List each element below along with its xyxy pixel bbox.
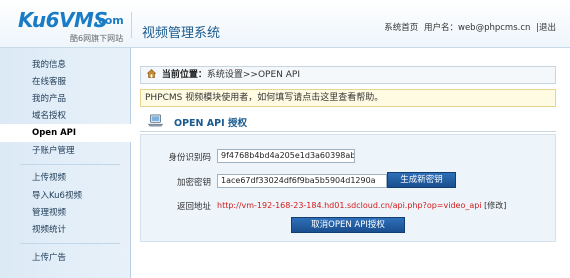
- page-title: 视频管理系统: [142, 26, 221, 41]
- encryption-key-field[interactable]: 1ace67df33024df6f9ba5b5904d1290a: [217, 174, 387, 188]
- generate-key-button[interactable]: 生成新密钥: [387, 172, 456, 188]
- sidebar-item-manage-video[interactable]: 管理视频: [0, 204, 131, 222]
- home-icon: [147, 69, 156, 78]
- sidebar-item-my-info[interactable]: 我的信息: [0, 56, 131, 74]
- sidebar-item-upload-video[interactable]: 上传视频: [0, 169, 131, 187]
- logo-subtitle: 酷6网旗下网站: [70, 34, 124, 43]
- sidebar-item-import-ku6[interactable]: 导入Ku6视频: [0, 187, 131, 205]
- breadcrumb-path: 系统设置>>OPEN API: [206, 70, 301, 80]
- username-value: web@phpcms.cn: [458, 23, 531, 33]
- header-divider: [131, 12, 132, 38]
- sidebar-item-upload-ad[interactable]: 上传广告: [0, 249, 131, 267]
- section-title: OPEN API 授权: [174, 118, 247, 129]
- callback-url-row: http://vm-192-168-23-184.hd01.sdcloud.cn…: [217, 200, 506, 211]
- sidebar-item-open-api[interactable]: Open API: [0, 124, 132, 142]
- ku6vms-logo[interactable]: Ku6VMS .com 酷6网旗下网站: [18, 8, 126, 44]
- laptop-icon: [148, 114, 163, 127]
- callback-url: http://vm-192-168-23-184.hd01.sdcloud.cn…: [217, 201, 482, 210]
- breadcrumb-label: 当前位置：: [161, 70, 207, 80]
- section-header: OPEN API 授权: [140, 110, 556, 132]
- id-code-field[interactable]: 9f4768b4bd4a205e1d3a60398ab022a2: [217, 149, 355, 163]
- id-label: 身份识别码: [168, 153, 211, 163]
- logout-link[interactable]: 退出: [539, 23, 556, 33]
- cancel-open-api-button[interactable]: 取消OPEN API授权: [291, 217, 405, 233]
- sidebar-divider: [20, 243, 120, 244]
- help-notice[interactable]: PHPCMS 视频模块使用者，如何填写请点击这里查看帮助。: [140, 89, 556, 107]
- home-link[interactable]: 系统首页: [384, 23, 418, 33]
- sidebar: 我的信息 在线客服 我的产品 域名授权 Open API 子账户管理 上传视频 …: [0, 48, 132, 278]
- key-label: 加密密钥: [176, 178, 211, 188]
- top-links: 系统首页 用户名：web@phpcms.cn |退出: [381, 21, 556, 33]
- sidebar-divider: [20, 164, 120, 165]
- sidebar-item-domain-auth[interactable]: 域名授权: [0, 107, 131, 125]
- breadcrumb: 当前位置：系统设置>>OPEN API: [140, 66, 556, 84]
- sidebar-item-online-service[interactable]: 在线客服: [0, 73, 131, 91]
- logo-dotcom: .com: [94, 14, 124, 27]
- sidebar-item-video-stats[interactable]: 视频统计: [0, 221, 131, 239]
- sidebar-item-my-products[interactable]: 我的产品: [0, 90, 131, 108]
- section-divider: [140, 131, 556, 132]
- edit-callback-link[interactable]: [修改]: [484, 201, 506, 210]
- header: Ku6VMS .com 酷6网旗下网站 视频管理系统 系统首页 用户名：web@…: [0, 0, 570, 48]
- username-label: 用户名：: [423, 23, 458, 33]
- open-api-panel: 身份识别码 9f4768b4bd4a205e1d3a60398ab022a2 加…: [140, 134, 556, 242]
- sidebar-item-sub-accounts[interactable]: 子账户管理: [0, 142, 131, 160]
- callback-label: 返回地址: [176, 202, 211, 212]
